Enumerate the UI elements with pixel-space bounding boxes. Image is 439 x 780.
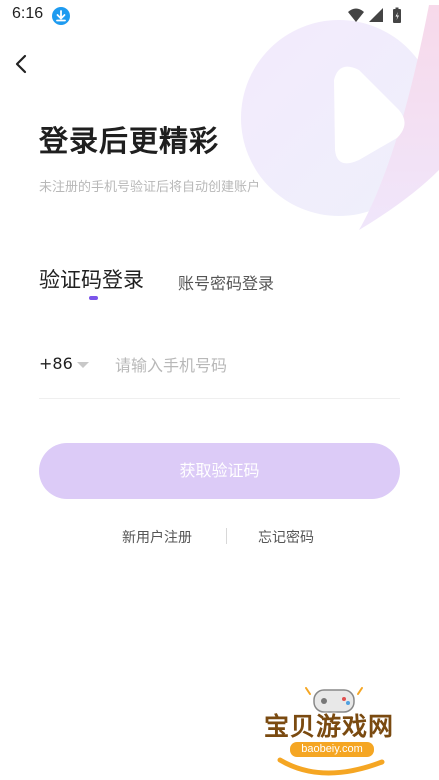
status-icons (347, 7, 409, 29)
status-time: 6:16 (12, 5, 44, 22)
status-bar: 6:16 (0, 0, 439, 32)
get-verification-code-button[interactable]: 获取验证码 (39, 443, 400, 499)
decorative-background-logo (241, 5, 439, 230)
link-divider (226, 528, 227, 544)
download-icon (52, 7, 70, 25)
watermark-text: 宝贝游戏网 (264, 712, 395, 741)
chevron-down-icon[interactable] (77, 362, 89, 368)
battery-icon (393, 7, 401, 23)
signal-icon (369, 8, 383, 22)
page-title: 登录后更精彩 (39, 124, 220, 158)
input-divider (39, 398, 400, 399)
watermark-logo: 宝贝游戏网 baobeiy.com (262, 680, 439, 780)
wifi-icon (348, 8, 364, 22)
forgot-password-link[interactable]: 忘记密码 (258, 527, 314, 547)
phone-number-input[interactable] (113, 348, 402, 382)
tab-sms-login[interactable]: 验证码登录 (39, 264, 144, 294)
active-tab-indicator (89, 296, 98, 300)
page-subtitle: 未注册的手机号验证后将自动创建账户 (39, 180, 261, 195)
country-code-selector[interactable]: +86 (39, 354, 73, 373)
chevron-left-icon (15, 54, 27, 74)
register-link[interactable]: 新用户注册 (122, 527, 192, 547)
watermark-url: baobeiy.com (290, 742, 374, 757)
back-button[interactable] (10, 52, 34, 76)
tab-password-login[interactable]: 账号密码登录 (178, 270, 274, 294)
